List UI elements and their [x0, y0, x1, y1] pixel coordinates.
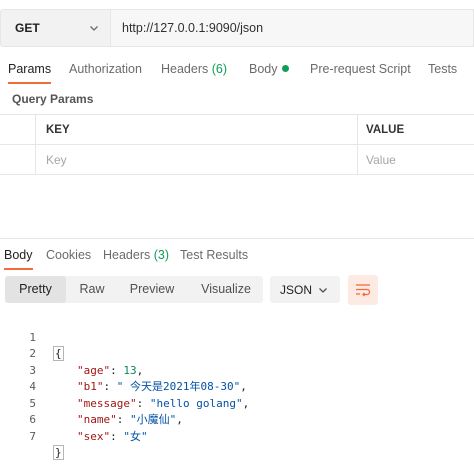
json-key: "sex" — [77, 429, 111, 443]
table-header-row: KEY VALUE — [0, 115, 474, 145]
url-text: http://127.0.0.1:9090/json — [122, 21, 264, 35]
checkbox-column — [0, 115, 36, 144]
visualize-button[interactable]: Visualize — [195, 276, 257, 303]
body-indicator-dot — [281, 65, 289, 73]
value-input[interactable]: Value — [358, 145, 474, 174]
code-line: 6 "sex": "女" — [0, 396, 474, 443]
tab-cookies[interactable]: Cookies — [46, 244, 91, 270]
key-input[interactable]: Key — [36, 145, 358, 174]
request-bar: GET http://127.0.0.1:9090/json — [0, 9, 474, 47]
format-select[interactable]: JSON — [270, 276, 340, 303]
query-params-title: Query Params — [12, 92, 94, 106]
tab-response-body[interactable]: Body — [4, 244, 33, 270]
code-line: 5 "name": "小魔仙", — [0, 379, 474, 427]
method-select[interactable]: GET — [0, 9, 110, 47]
request-tabs: Params Authorization Headers (6) Body Pr… — [0, 58, 474, 86]
wrap-lines-icon — [356, 284, 371, 297]
response-headers-count: (3) — [153, 248, 170, 262]
code-line: 3 "b1": " 今天是2021年08-30", — [0, 346, 474, 394]
raw-button[interactable]: Raw — [68, 276, 116, 303]
tab-response-headers[interactable]: Headers (3) — [103, 244, 169, 270]
code-line: 2 "age": 13, — [0, 330, 474, 377]
pretty-button[interactable]: Pretty — [5, 276, 66, 303]
response-divider — [0, 238, 474, 239]
code-line: 1 { — [0, 313, 474, 361]
json-value: "女" — [123, 429, 148, 443]
tab-tests[interactable]: Tests — [428, 58, 457, 84]
url-input[interactable]: http://127.0.0.1:9090/json — [110, 9, 474, 47]
response-tabs: Body Cookies Headers (3) Test Results — [0, 244, 474, 270]
tab-pre-request-script[interactable]: Pre-request Script — [310, 58, 411, 84]
row-checkbox-cell — [0, 145, 36, 174]
value-column-header: VALUE — [366, 123, 405, 136]
tab-authorization[interactable]: Authorization — [69, 58, 142, 84]
code-line: 7 } — [0, 412, 474, 460]
tab-body[interactable]: Body — [249, 58, 289, 84]
table-row: Key Value — [0, 145, 474, 175]
method-label: GET — [15, 21, 40, 35]
format-label: JSON — [280, 282, 313, 297]
query-params-table: KEY VALUE Key Value — [0, 114, 474, 175]
code-line: 4 "message": "hello golang", — [0, 363, 474, 410]
view-mode-bar: Pretty Raw Preview Visualize — [5, 276, 263, 303]
key-column-header: KEY — [36, 115, 358, 144]
tab-params[interactable]: Params — [8, 58, 52, 84]
chevron-down-icon — [90, 26, 98, 31]
wrap-lines-button[interactable] — [348, 275, 378, 305]
headers-count: (6) — [211, 62, 228, 76]
preview-button[interactable]: Preview — [122, 276, 182, 303]
line-number: 7 — [29, 429, 36, 443]
close-brace: } — [53, 445, 64, 460]
response-body-viewer: 1 { 2 "age": 13, 3 "b1": " 今天是2021年08-30… — [0, 313, 474, 460]
chevron-down-icon — [319, 288, 327, 293]
tab-headers[interactable]: Headers (6) — [161, 58, 227, 84]
tab-test-results[interactable]: Test Results — [180, 244, 248, 270]
